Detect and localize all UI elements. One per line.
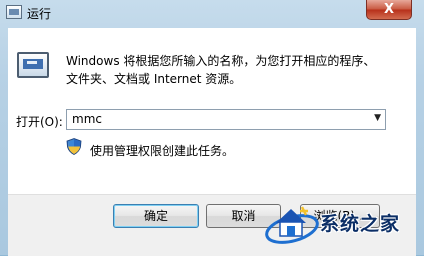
- description-line-2: 文件夹、文档或 Internet 资源。: [66, 72, 242, 86]
- run-icon: [17, 52, 49, 78]
- uac-shield-icon: [66, 138, 82, 155]
- open-input[interactable]: mmc: [72, 112, 102, 126]
- title-bar[interactable]: 运行 X: [0, 0, 424, 26]
- open-combobox[interactable]: mmc ▼: [66, 109, 386, 130]
- close-button[interactable]: X: [366, 0, 412, 20]
- watermark-text: 系统之家: [320, 213, 401, 235]
- ok-button[interactable]: 确定: [113, 204, 199, 228]
- window-title: 运行: [27, 7, 52, 21]
- run-dialog-window: 运行 X Windows 将根据您所输入的名称，为您打开相应的程序、 文件夹、文…: [0, 0, 424, 256]
- close-icon: X: [383, 2, 395, 17]
- dropdown-arrow-icon[interactable]: ▼: [374, 113, 381, 123]
- site-watermark: 系统之家: [262, 199, 424, 249]
- description-text: Windows 将根据您所输入的名称，为您打开相应的程序、 文件夹、文档或 In…: [66, 52, 406, 88]
- admin-privilege-note: 使用管理权限创建此任务。: [90, 144, 235, 158]
- run-app-icon: [6, 5, 22, 19]
- house-logo-icon: [265, 206, 319, 244]
- description-line-1: Windows 将根据您所输入的名称，为您打开相应的程序、: [66, 54, 376, 68]
- open-label: 打开(O):: [16, 115, 63, 129]
